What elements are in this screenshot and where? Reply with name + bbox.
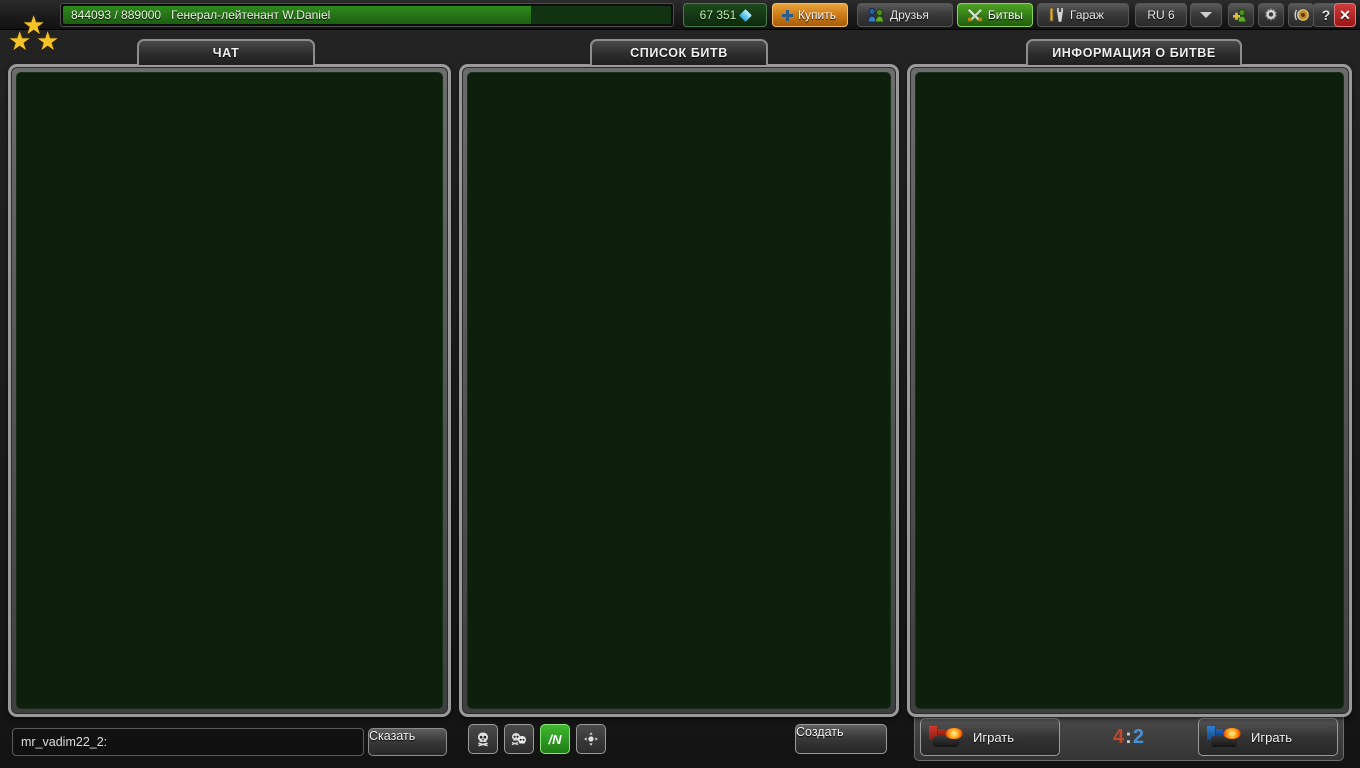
server-label: RU 6	[1147, 8, 1175, 22]
server-dropdown-button[interactable]	[1190, 3, 1222, 27]
score-red: 4	[1113, 726, 1126, 748]
friends-button[interactable]: Друзья	[857, 3, 953, 27]
buy-label: Купить	[798, 8, 836, 22]
tab-chat-label: ЧАТ	[212, 46, 240, 60]
add-friend-icon	[1233, 8, 1247, 22]
play-bar: Играть 4:2 Играть	[914, 713, 1344, 761]
player-name: W.Daniel	[282, 8, 331, 22]
friends-label: Друзья	[890, 8, 929, 22]
battle-info-panel	[907, 64, 1352, 717]
tab-battle-list-label: СПИСОК БИТВ	[630, 46, 728, 60]
buy-button[interactable]: Купить	[772, 3, 848, 27]
tab-battle-list[interactable]: СПИСОК БИТВ	[590, 39, 768, 65]
play-blue-label: Играть	[1251, 729, 1292, 745]
crystal-diamond-icon	[739, 8, 753, 22]
chat-input-row: Сказать	[8, 726, 451, 762]
top-bar: 844093 / 889000 Генерал-лейтенант W.Dani…	[0, 0, 1360, 30]
battles-button[interactable]: Битвы	[957, 3, 1033, 27]
ctf-flag-icon: /N	[548, 731, 562, 747]
tab-battle-info-label: ИНФОРМАЦИЯ О БИТВЕ	[1052, 46, 1216, 60]
add-friend-button[interactable]	[1228, 3, 1254, 27]
battles-label: Битвы	[987, 8, 1023, 22]
plus-icon	[782, 9, 793, 21]
control-point-icon	[584, 732, 598, 746]
ctf-filter-button[interactable]: /N	[540, 724, 570, 754]
sound-button[interactable]	[1288, 3, 1314, 27]
tdm-filter-button[interactable]	[504, 724, 534, 754]
friends-icon	[867, 7, 885, 23]
close-icon: ✕	[1339, 6, 1351, 23]
experience-bar: 844093 / 889000 Генерал-лейтенант W.Dani…	[60, 3, 674, 27]
battle-list-panel	[459, 64, 899, 717]
gear-icon	[1264, 7, 1278, 22]
sound-icon	[1293, 9, 1309, 21]
send-message-label: Сказать	[369, 729, 416, 743]
chat-panel	[8, 64, 451, 717]
question-mark-icon: ?	[1321, 7, 1331, 23]
score-blue: 2	[1132, 726, 1145, 748]
play-blue-button[interactable]: Играть	[1198, 718, 1338, 756]
star-icon: ★	[8, 26, 32, 56]
close-button[interactable]: ✕	[1334, 3, 1356, 27]
cp-filter-button[interactable]	[576, 724, 606, 754]
garage-button[interactable]: Гараж	[1037, 3, 1129, 27]
player-rank-name: Генерал-лейтенант	[171, 8, 279, 22]
score-separator: :	[1125, 726, 1133, 748]
create-battle-label: Создать	[796, 725, 844, 739]
battle-list-footer: /N Создать	[459, 720, 899, 764]
double-skull-icon	[511, 733, 526, 746]
send-message-button[interactable]: Сказать	[368, 728, 447, 756]
garage-tools-icon	[1049, 7, 1064, 22]
game-client-window: 844093 / 889000 Генерал-лейтенант W.Dani…	[0, 0, 1360, 768]
tab-chat[interactable]: ЧАТ	[137, 39, 315, 65]
skull-icon	[478, 732, 488, 747]
dm-filter-button[interactable]	[468, 724, 498, 754]
server-selector[interactable]: RU 6	[1135, 3, 1187, 27]
settings-button[interactable]	[1258, 3, 1284, 27]
blue-tank-icon	[1207, 726, 1243, 748]
rank-stars-badge: ★ ★ ★	[6, 12, 66, 60]
create-battle-button[interactable]: Создать	[795, 724, 887, 754]
chevron-down-icon	[1200, 12, 1212, 18]
garage-label: Гараж	[1070, 8, 1104, 22]
crystal-count: 67 351	[699, 8, 737, 22]
experience-value: 844093 / 889000	[71, 8, 162, 22]
tab-battle-info[interactable]: ИНФОРМАЦИЯ О БИТВЕ	[1026, 39, 1242, 65]
crystal-balance[interactable]: 67 351	[683, 3, 767, 27]
chat-input[interactable]	[12, 728, 364, 756]
swords-icon	[967, 8, 983, 22]
star-icon: ★	[36, 26, 60, 56]
